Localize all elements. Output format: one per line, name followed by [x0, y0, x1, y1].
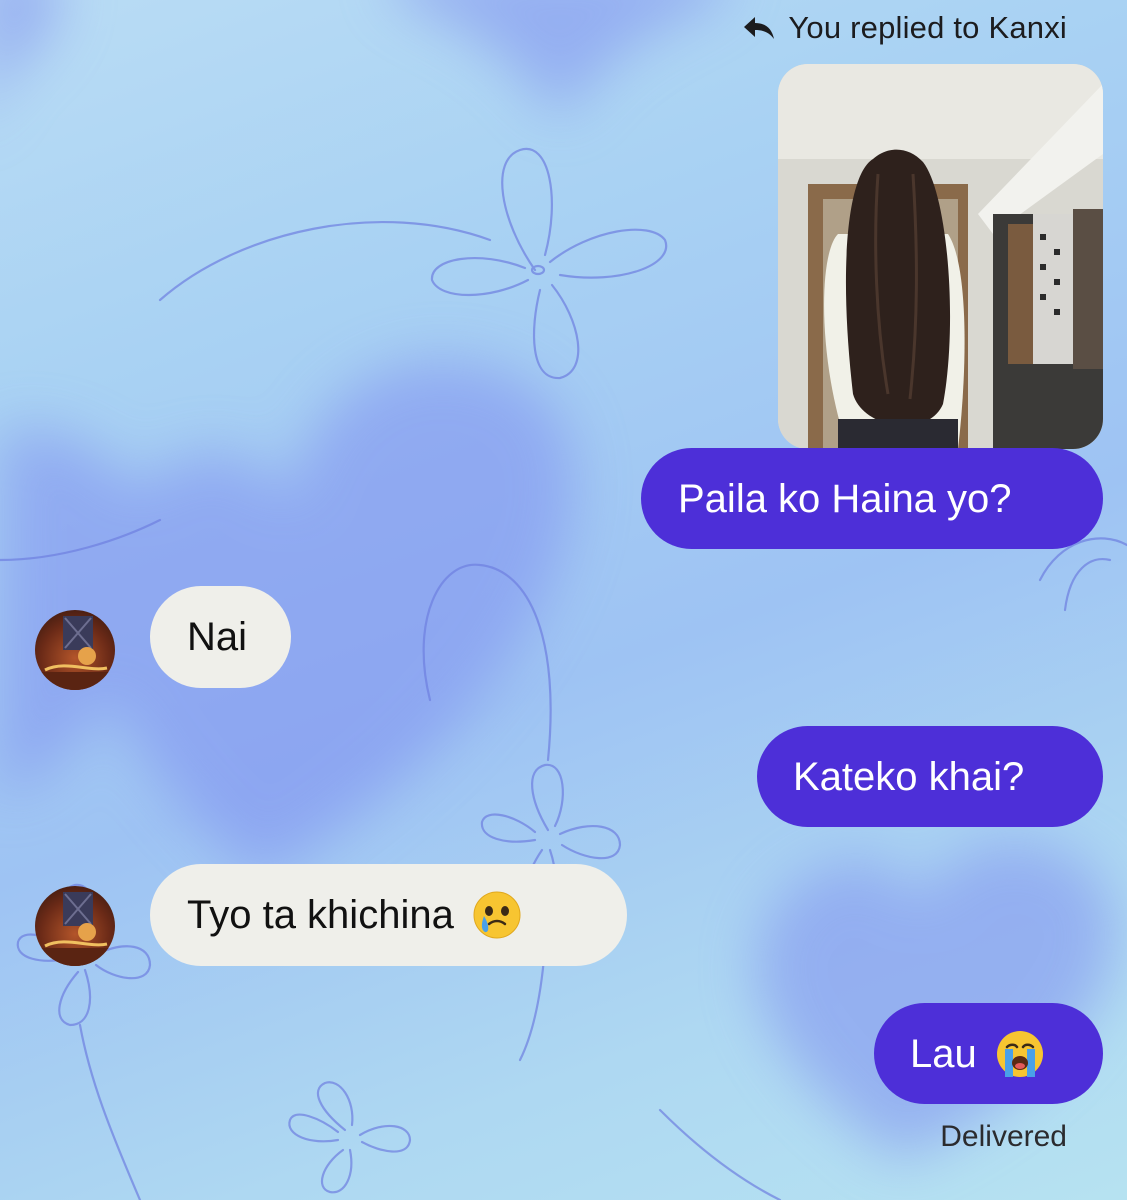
message-text: Tyo ta khichina — [187, 893, 454, 937]
contact-avatar[interactable] — [35, 610, 115, 690]
reply-context-text: You replied to Kanxi — [788, 10, 1067, 45]
contact-avatar[interactable] — [35, 886, 115, 966]
message-text: Nai — [187, 615, 248, 659]
message-text: Lau — [910, 1031, 977, 1076]
message-bubble-incoming[interactable]: Nai — [150, 586, 291, 688]
reply-context-header[interactable]: You replied to Kanxi — [742, 10, 1067, 46]
message-bubble-outgoing[interactable]: Kateko khai? — [757, 726, 1103, 827]
replied-photo-thumbnail[interactable] — [778, 64, 1103, 449]
photo-content — [778, 64, 1103, 449]
message-text: Kateko khai? — [793, 754, 1025, 799]
message-bubble-incoming[interactable]: Tyo ta khichina — [150, 864, 627, 966]
reply-arrow-icon — [742, 15, 776, 41]
loudly-crying-face-emoji — [995, 1029, 1045, 1079]
delivery-status: Delivered — [940, 1120, 1067, 1153]
message-bubble-outgoing[interactable]: Lau — [874, 1003, 1103, 1104]
face-holding-back-tears-emoji — [472, 890, 522, 940]
message-bubble-outgoing[interactable]: Paila ko Haina yo? — [641, 448, 1103, 549]
message-text: Paila ko Haina yo? — [678, 476, 1012, 521]
